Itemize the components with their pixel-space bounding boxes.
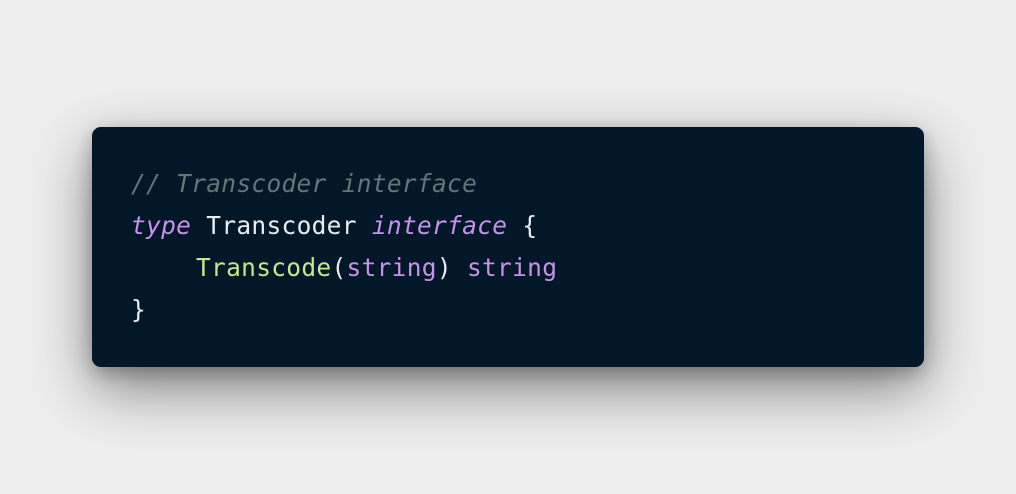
code-line-4: } — [131, 289, 557, 331]
open-brace: { — [522, 211, 538, 240]
param-type: string — [346, 253, 437, 282]
return-type: string — [466, 253, 558, 282]
code-block: // Transcoder interface type Transcoder i… — [131, 163, 557, 331]
method-name: Transcode — [196, 253, 332, 282]
code-line-2: type Transcoder interface { — [131, 205, 557, 247]
code-comment: // Transcoder interface — [131, 169, 478, 198]
close-brace: } — [131, 295, 147, 324]
paren-close: ) — [436, 253, 452, 282]
interface-name: Transcoder — [206, 211, 357, 240]
paren-open: ( — [331, 253, 347, 282]
keyword-interface: interface — [371, 211, 508, 240]
code-line-3: Transcode(string) string — [131, 247, 557, 289]
code-line-1: // Transcoder interface — [131, 163, 557, 205]
keyword-type: type — [131, 211, 192, 240]
